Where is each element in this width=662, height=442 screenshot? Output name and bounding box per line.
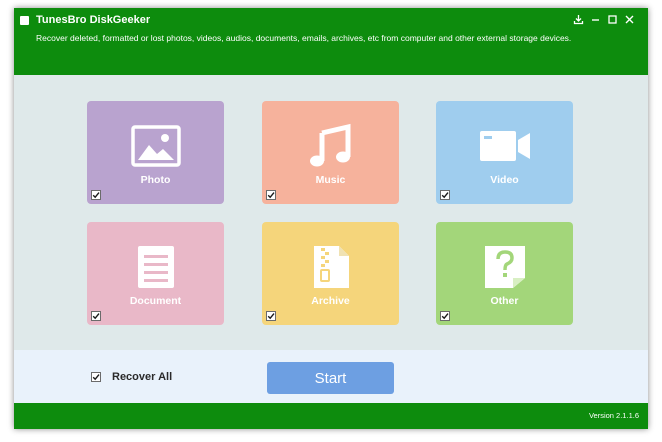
tile-document[interactable]: Document — [87, 222, 224, 325]
other-icon — [436, 244, 573, 290]
app-window: TunesBro DiskGeeker Recover deleted, for… — [14, 8, 648, 429]
music-icon — [262, 123, 399, 169]
tile-other[interactable]: Other — [436, 222, 573, 325]
category-panel: Photo Music Video Document Archive Other — [14, 75, 648, 350]
tile-video-label: Video — [490, 174, 519, 186]
tile-other-checkbox[interactable] — [440, 311, 450, 321]
tile-video-checkbox[interactable] — [440, 190, 450, 200]
archive-icon — [262, 244, 399, 290]
title-bar: TunesBro DiskGeeker Recover deleted, for… — [14, 8, 648, 75]
tile-photo-label: Photo — [140, 174, 171, 186]
action-bar: Recover All Start — [14, 350, 648, 403]
close-icon[interactable] — [622, 12, 636, 26]
download-icon[interactable] — [571, 12, 585, 26]
maximize-icon[interactable] — [605, 12, 619, 26]
tile-video[interactable]: Video — [436, 101, 573, 204]
tile-music-checkbox[interactable] — [266, 190, 276, 200]
app-logo-icon — [20, 16, 29, 25]
tile-archive-label: Archive — [311, 295, 350, 307]
document-icon — [87, 244, 224, 290]
version-label: Version 2.1.1.6 — [588, 411, 639, 420]
recover-all-label[interactable]: Recover All — [112, 371, 172, 383]
start-button[interactable]: Start — [267, 362, 394, 394]
tile-document-checkbox[interactable] — [91, 311, 101, 321]
status-bar: Version 2.1.1.6 — [14, 403, 648, 429]
tile-music-label: Music — [315, 174, 346, 186]
tile-other-label: Other — [490, 295, 519, 307]
minimize-icon[interactable] — [588, 12, 602, 26]
tile-photo[interactable]: Photo — [87, 101, 224, 204]
tile-photo-checkbox[interactable] — [91, 190, 101, 200]
photo-icon — [87, 123, 224, 169]
app-title: TunesBro DiskGeeker — [36, 14, 151, 26]
app-subtitle: Recover deleted, formatted or lost photo… — [36, 33, 572, 43]
tile-document-label: Document — [129, 295, 182, 307]
video-icon — [436, 123, 573, 169]
recover-all-checkbox[interactable] — [91, 372, 101, 382]
tile-archive[interactable]: Archive — [262, 222, 399, 325]
tile-music[interactable]: Music — [262, 101, 399, 204]
tile-archive-checkbox[interactable] — [266, 311, 276, 321]
